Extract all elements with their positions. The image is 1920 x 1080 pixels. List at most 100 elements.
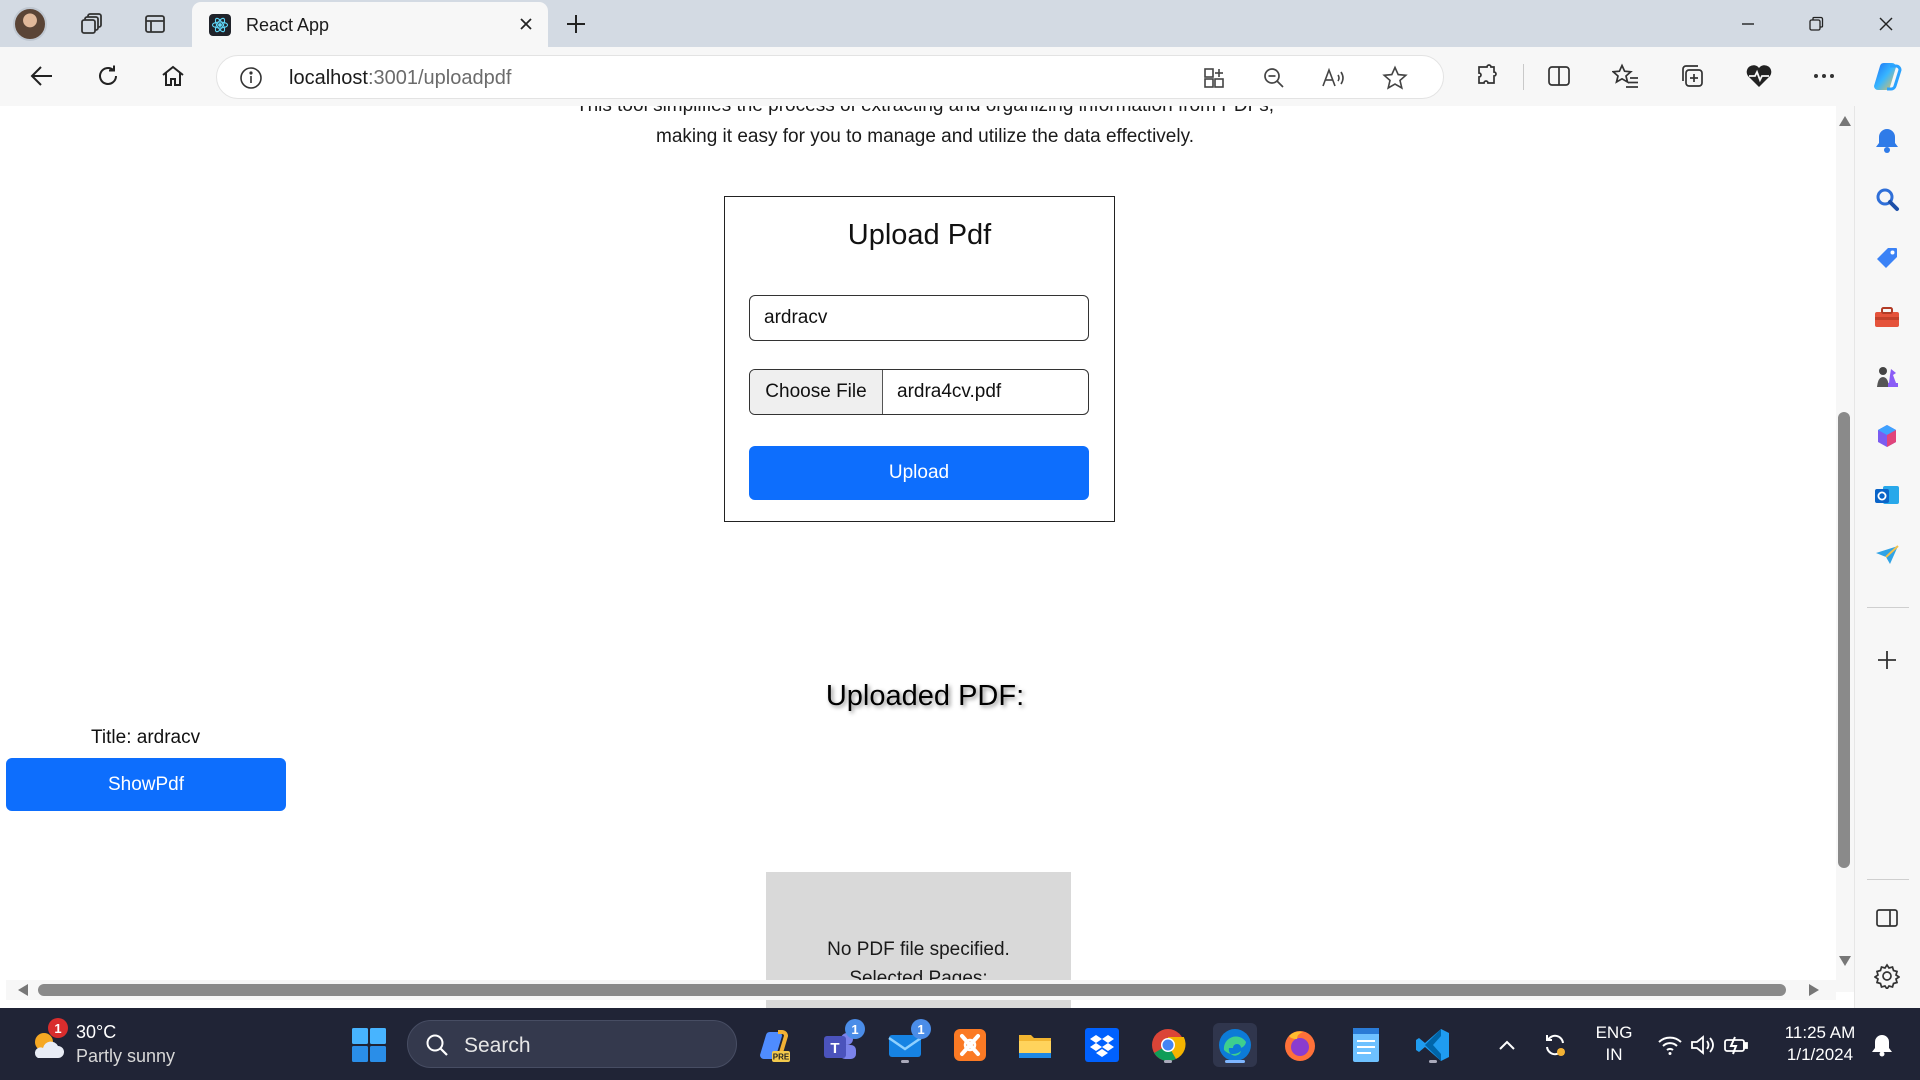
favorite-star-icon[interactable]: [1380, 64, 1410, 92]
chrome-app-icon[interactable]: [1146, 1023, 1190, 1067]
browser-toolbar: localhost:3001/uploadpdf: [0, 47, 1920, 106]
svg-text:PRE: PRE: [773, 1053, 790, 1062]
language-indicator[interactable]: ENG IN: [1590, 1022, 1638, 1066]
read-aloud-icon[interactable]: [1319, 64, 1349, 92]
intro-line-1: This tool simplifies the process of extr…: [6, 106, 1844, 121]
site-info-icon[interactable]: [239, 66, 263, 90]
refresh-icon[interactable]: [86, 56, 130, 96]
url-host: localhost: [289, 67, 368, 89]
scroll-left-arrow-icon[interactable]: [16, 983, 30, 997]
url-path: :3001/uploadpdf: [367, 67, 512, 89]
settings-more-icon[interactable]: [1802, 56, 1846, 96]
taskbar-search-icon: [426, 1034, 448, 1056]
xampp-app-icon[interactable]: [948, 1023, 992, 1067]
tab-actions-icon[interactable]: [135, 8, 175, 40]
weather-description[interactable]: Partly sunny: [76, 1046, 175, 1067]
games-chess-icon[interactable]: [1870, 360, 1904, 394]
firefox-app-icon[interactable]: [1278, 1023, 1322, 1067]
notifications-bell-icon[interactable]: [1870, 123, 1904, 157]
vscode-running-indicator: [1429, 1060, 1437, 1063]
browser-essentials-icon[interactable]: [1737, 56, 1781, 96]
clock[interactable]: 11:25 AM 1/1/2024: [1770, 1022, 1870, 1066]
show-pdf-button[interactable]: ShowPdf: [6, 758, 286, 811]
outlook-icon[interactable]: [1870, 478, 1904, 512]
battery-charging-icon[interactable]: [1714, 1023, 1758, 1067]
scroll-right-arrow-icon[interactable]: [1807, 983, 1821, 997]
back-icon[interactable]: [20, 56, 64, 96]
close-tab-icon[interactable]: [512, 10, 540, 38]
extensions-icon[interactable]: [1465, 56, 1509, 96]
windows-taskbar: 1 30°C Partly sunny Search PRE T 1 1 ENG…: [0, 1008, 1920, 1080]
sidebar-separator-bottom: [1867, 879, 1909, 880]
scroll-down-arrow-icon[interactable]: [1838, 954, 1852, 968]
vertical-scrollbar-thumb[interactable]: [1838, 412, 1850, 868]
profile-avatar[interactable]: [13, 7, 47, 41]
windows-start-icon[interactable]: [347, 1023, 391, 1067]
close-window-icon[interactable]: [1852, 0, 1920, 47]
home-icon[interactable]: [151, 56, 195, 96]
edge-sidebar: [1854, 106, 1920, 1008]
language-code: ENG: [1595, 1023, 1633, 1042]
file-explorer-icon[interactable]: [1013, 1023, 1057, 1067]
collections-icon[interactable]: [1670, 56, 1714, 96]
pdf-file-input[interactable]: Choose File ardra4cv.pdf: [749, 369, 1089, 415]
react-logo-icon: [209, 14, 231, 36]
copilot-icon[interactable]: [1865, 56, 1909, 96]
clock-time: 11:25 AM: [1784, 1023, 1856, 1042]
tab-react-app[interactable]: React App: [192, 2, 548, 47]
svg-text:T: T: [830, 1040, 839, 1057]
zoom-out-icon[interactable]: [1259, 64, 1289, 92]
address-bar[interactable]: localhost:3001/uploadpdf: [216, 55, 1444, 99]
sync-status-icon[interactable]: [1533, 1023, 1577, 1067]
workspaces-icon[interactable]: [72, 8, 112, 40]
vscode-app-icon[interactable]: [1411, 1023, 1455, 1067]
app-available-icon[interactable]: [1199, 64, 1229, 92]
upload-card: Upload Pdf ardracv Choose File ardra4cv.…: [724, 196, 1115, 522]
dropbox-app-icon[interactable]: [1080, 1023, 1124, 1067]
pdf-item-title: Title: ardracv: [91, 727, 201, 748]
no-pdf-message: No PDF file specified.: [827, 939, 1010, 960]
page-viewport: This tool simplifies the process of extr…: [6, 106, 1844, 1008]
weather-badge: 1: [48, 1018, 68, 1038]
teams-badge: 1: [845, 1019, 865, 1039]
intro-line-2: making it easy for you to manage and uti…: [656, 126, 1194, 147]
hide-sidebar-icon[interactable]: [1870, 901, 1904, 935]
uploaded-pdf-heading: Uploaded PDF:: [825, 680, 1025, 712]
edge-active-indicator: [1225, 1060, 1245, 1063]
notepad-app-icon[interactable]: [1344, 1023, 1388, 1067]
notification-center-bell-icon[interactable]: [1860, 1023, 1904, 1067]
copilot-pre-app-icon[interactable]: PRE: [751, 1023, 795, 1067]
mail-app-icon[interactable]: 1: [883, 1019, 931, 1067]
pdf-title-input[interactable]: ardracv: [749, 295, 1089, 341]
sidebar-settings-gear-icon[interactable]: [1870, 959, 1904, 993]
split-screen-icon[interactable]: [1537, 56, 1581, 96]
sidebar-separator: [1867, 607, 1909, 608]
new-tab-icon[interactable]: [556, 7, 596, 41]
show-hidden-icons-chevron-icon[interactable]: [1485, 1023, 1529, 1067]
restore-icon[interactable]: [1782, 0, 1850, 47]
shopping-tag-icon[interactable]: [1870, 241, 1904, 275]
toolbar-separator: [1523, 64, 1524, 90]
search-icon[interactable]: [1870, 182, 1904, 216]
horizontal-scrollbar-thumb[interactable]: [38, 984, 1786, 996]
tab-title: React App: [246, 15, 330, 35]
teams-app-icon[interactable]: T 1: [817, 1019, 865, 1067]
url-text[interactable]: localhost:3001/uploadpdf: [289, 67, 511, 90]
browser-tab-strip: React App: [0, 0, 1920, 47]
add-sidebar-app-icon[interactable]: [1870, 643, 1904, 677]
taskbar-search-label: Search: [464, 1034, 531, 1057]
microsoft365-icon[interactable]: [1870, 419, 1904, 453]
intro-text: This tool simplifies the process of extr…: [6, 106, 1844, 152]
choose-file-button[interactable]: Choose File: [750, 370, 883, 414]
upload-button[interactable]: Upload: [749, 446, 1089, 500]
scroll-up-arrow-icon[interactable]: [1838, 114, 1852, 128]
weather-temperature[interactable]: 30°C: [76, 1022, 116, 1043]
selected-file-name: ardra4cv.pdf: [897, 381, 1002, 402]
tools-briefcase-icon[interactable]: [1870, 300, 1904, 334]
favorites-icon[interactable]: [1604, 56, 1648, 96]
taskbar-search[interactable]: Search: [407, 1020, 737, 1068]
edge-app-icon[interactable]: [1213, 1023, 1257, 1067]
minimize-icon[interactable]: [1714, 0, 1782, 47]
drop-send-icon[interactable]: [1870, 538, 1904, 572]
mail-running-indicator: [901, 1060, 909, 1063]
